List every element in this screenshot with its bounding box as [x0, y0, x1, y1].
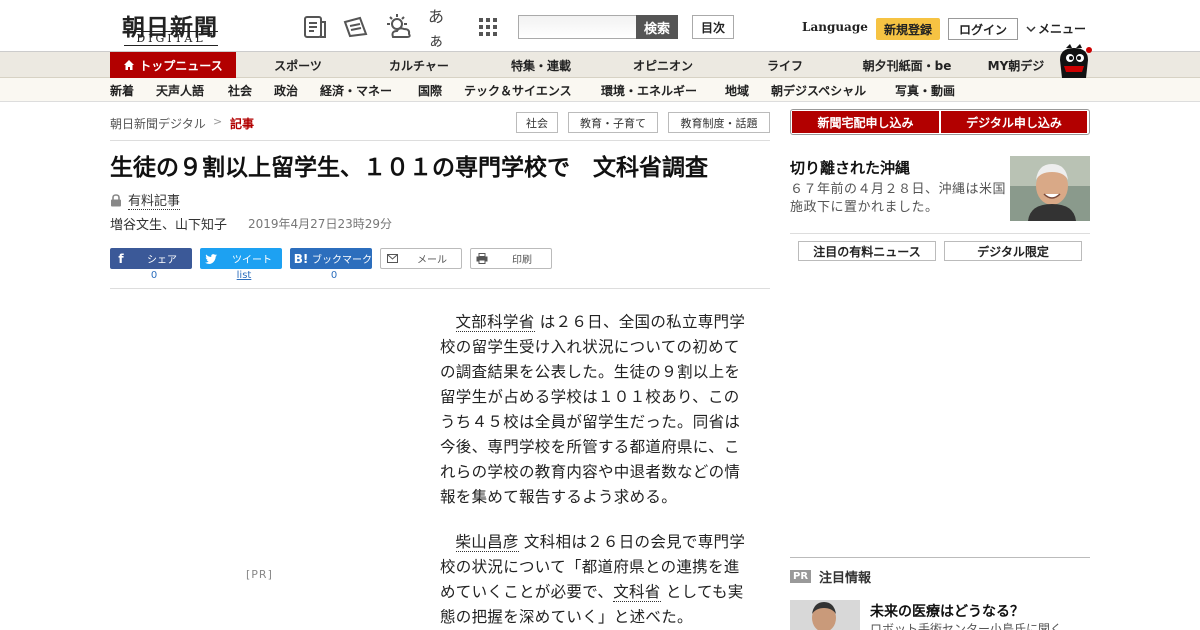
font-size-icon[interactable]: あぁ	[428, 7, 458, 50]
lock-icon	[111, 193, 121, 206]
article-authors: 増谷文生、山下知子	[110, 218, 228, 233]
home-icon	[124, 60, 135, 70]
nav-item-life[interactable]: ライフ	[736, 52, 834, 78]
nav-item-special[interactable]: 特集・連載	[492, 52, 590, 78]
nav-top-news[interactable]: トップニュース	[110, 52, 236, 78]
nav-item-opinion[interactable]: オピニオン	[614, 52, 712, 78]
subnav-item-society[interactable]: 社会	[228, 78, 252, 102]
signup-button[interactable]: 新規登録	[876, 18, 940, 40]
article-datetime: 2019年4月27日23時29分	[248, 217, 392, 231]
paid-article-text: 有料記事	[128, 190, 181, 210]
hatena-bookmark-button[interactable]: B! ブックマーク	[290, 248, 372, 269]
print-button[interactable]: 印刷	[470, 248, 552, 269]
menu-label: メニュー	[1038, 22, 1087, 36]
divider	[790, 233, 1090, 234]
subnav-item-politics[interactable]: 政治	[274, 78, 298, 102]
notice-photo[interactable]	[790, 600, 860, 630]
keyword-link[interactable]: 柴山昌彦	[455, 533, 519, 552]
notice-heading: PR 注目情報	[790, 567, 871, 586]
megaphone-icon[interactable]	[341, 12, 371, 42]
twitter-share-count[interactable]: list	[203, 270, 285, 281]
mail-icon	[381, 248, 403, 269]
paragraph-text: は２６日、全国の私立専門学校の留学生受け入れ状況についての初めての調査結果を公表…	[440, 313, 746, 506]
hatena-bookmark-count: 0	[330, 270, 338, 281]
tag-education-system[interactable]: 教育制度・話題	[668, 112, 770, 133]
menu-button[interactable]: メニュー	[1026, 20, 1086, 37]
subnav-item-region[interactable]: 地域	[725, 78, 749, 102]
subnav-item-tech[interactable]: テック＆サイエンス	[464, 78, 572, 102]
hatena-bookmark-label: ブックマーク	[312, 255, 372, 266]
facebook-icon: f	[118, 251, 124, 266]
search-button[interactable]: 検索	[636, 15, 678, 39]
facebook-share-label: シェア	[147, 255, 177, 266]
mail-share-label: メール	[417, 255, 447, 266]
divider	[110, 288, 770, 289]
breadcrumb-separator: >	[213, 115, 223, 128]
subnav-item-economy[interactable]: 経済・マネー	[320, 78, 392, 102]
mascot-icon[interactable]	[1056, 44, 1092, 78]
nav-item-paper[interactable]: 朝夕刊紙面・be	[850, 52, 964, 78]
divider	[790, 557, 1090, 558]
grid-icon[interactable]	[473, 12, 503, 42]
index-button[interactable]: 目次	[692, 15, 734, 39]
twitter-share-label: ツイート	[232, 255, 272, 266]
feature-photo[interactable]	[1010, 156, 1090, 221]
chevron-down-icon	[1026, 25, 1036, 32]
notice-title[interactable]: 未来の医療はどうなる？	[870, 601, 1024, 621]
nav-item-culture[interactable]: カルチャー	[370, 52, 468, 78]
tab-paid-news[interactable]: 注目の有料ニュース	[798, 241, 936, 261]
tag-education[interactable]: 教育・子育て	[568, 112, 658, 133]
tab-digital-only[interactable]: デジタル限定	[944, 241, 1082, 261]
subnav-item-environment[interactable]: 環境・エネルギー	[601, 78, 697, 102]
hatena-icon: B!	[293, 251, 309, 266]
language-link[interactable]: Language	[802, 20, 868, 34]
breadcrumb-home[interactable]: 朝日新聞デジタル	[110, 115, 206, 132]
twitter-share-button[interactable]: ツイート	[200, 248, 282, 269]
tag-society[interactable]: 社会	[516, 112, 558, 133]
mail-share-button[interactable]: メール	[380, 248, 462, 269]
nav-item-my-asadigi[interactable]: MY朝デジ	[980, 52, 1052, 78]
nav-top-news-label: トップニュース	[139, 58, 223, 73]
keyword-link[interactable]: 文部科学省	[455, 313, 535, 332]
subnav-item-international[interactable]: 国際	[418, 78, 442, 102]
feature-title[interactable]: 切り離された沖縄	[790, 157, 910, 178]
logo-subtitle[interactable]: DIGITAL	[124, 31, 218, 46]
twitter-icon	[200, 248, 222, 269]
article-paragraph: 文部科学省 は２６日、全国の私立専門学校の留学生受け入れ状況についての初めての調…	[440, 310, 746, 510]
pr-ad-label: [PR]	[246, 568, 273, 581]
article-paragraph: 柴山昌彦 文科相は２６日の会見で専門学校の状況について「都道府県との連携を進めて…	[440, 530, 746, 630]
print-icon	[471, 248, 493, 269]
feature-text[interactable]: ６７年前の４月２８日、沖縄は米国施政下に置かれました。	[790, 181, 1006, 217]
notice-heading-label: 注目情報	[819, 571, 872, 586]
subnav-item-special[interactable]: 朝デジスペシャル	[771, 78, 866, 102]
facebook-share-count: 0	[150, 270, 158, 281]
facebook-share-button[interactable]: f シェア	[110, 248, 192, 269]
subnav-item-photo[interactable]: 写真・動画	[895, 78, 955, 102]
notice-subtitle[interactable]: ロボット手術センター小島氏に聞く	[870, 620, 1062, 630]
login-button[interactable]: ログイン	[948, 18, 1018, 40]
article-headline: 生徒の９割以上留学生、１０１の専門学校で 文科省調査	[110, 155, 708, 181]
subnav-item-latest[interactable]: 新着	[110, 78, 134, 102]
weather-icon[interactable]	[384, 12, 414, 42]
divider	[110, 140, 770, 141]
breadcrumb-current: 記事	[230, 117, 255, 131]
nav-item-sports[interactable]: スポーツ	[250, 52, 346, 78]
search-input[interactable]	[518, 15, 638, 39]
print-label: 印刷	[512, 255, 532, 266]
digital-subscribe-button[interactable]: デジタル申し込み	[941, 111, 1087, 133]
subnav-item-tenseijingo[interactable]: 天声人語	[156, 78, 204, 102]
pr-badge: PR	[790, 570, 812, 583]
home-delivery-button[interactable]: 新聞宅配申し込み	[792, 111, 939, 133]
keyword-link[interactable]: 文科省	[613, 583, 661, 602]
paper-icon[interactable]	[300, 12, 330, 42]
paid-article-label[interactable]: 有料記事	[110, 190, 181, 210]
